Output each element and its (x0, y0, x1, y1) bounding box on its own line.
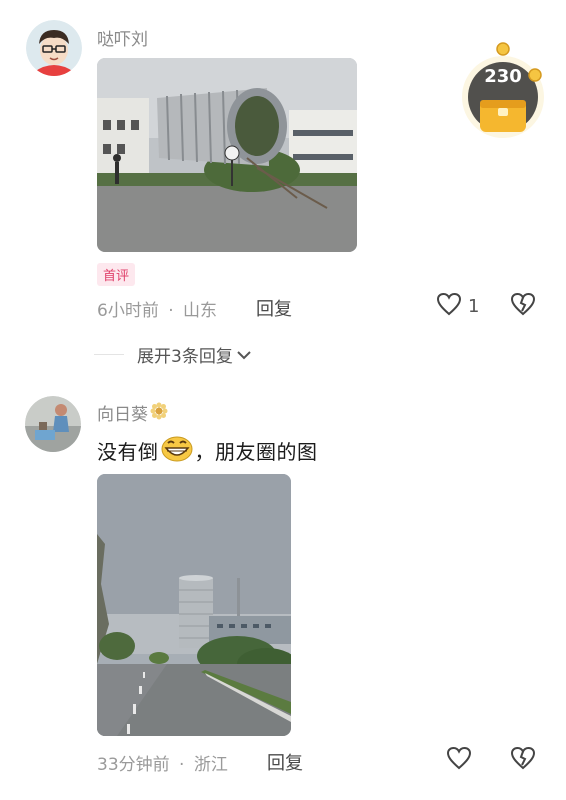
comment-meta: 6小时前 · 山东 (97, 296, 217, 321)
separator: · (179, 755, 185, 775)
like-count: 1 (468, 295, 480, 317)
broken-heart-icon (510, 292, 536, 320)
comment-text: 没有倒 ，朋友圈的图 (97, 434, 318, 467)
reply-button[interactable]: 回复 (256, 295, 292, 321)
username[interactable]: 向日葵 (97, 400, 148, 425)
broken-heart-icon (510, 746, 536, 774)
like-button[interactable]: 1 (436, 292, 479, 320)
comment-time: 33分钟前 (97, 755, 170, 775)
comment-location: 浙江 (193, 755, 228, 775)
comment-image[interactable] (97, 58, 357, 252)
reply-button[interactable]: 回复 (267, 749, 303, 775)
grin-emoji-icon (161, 434, 193, 467)
heart-outline-icon (446, 746, 472, 774)
comment-image[interactable] (97, 474, 291, 736)
expand-replies-label: 展开3条回复 (137, 347, 233, 367)
username[interactable]: 哒吓刘 (97, 25, 148, 50)
comment-location: 山东 (183, 301, 218, 321)
dislike-button[interactable] (510, 746, 536, 774)
sunflower-icon (150, 402, 168, 424)
reward-count: 230 (484, 66, 522, 87)
divider-line (94, 354, 124, 355)
first-comment-badge: 首评 (97, 263, 136, 286)
heart-outline-icon (436, 292, 462, 320)
like-button[interactable] (446, 746, 472, 774)
avatar[interactable] (26, 20, 82, 76)
username-row: 向日葵 (97, 400, 168, 425)
separator: · (168, 301, 174, 321)
chevron-down-icon (237, 345, 251, 364)
avatar[interactable] (25, 396, 81, 452)
comment-text-end: ，朋友圈的图 (194, 440, 318, 464)
expand-replies-button[interactable]: 展开3条回复 (137, 342, 251, 367)
comment-time: 6小时前 (97, 301, 159, 321)
dislike-button[interactable] (510, 292, 536, 320)
comment-meta: 33分钟前 · 浙江 (97, 750, 228, 775)
reward-widget[interactable]: 230 (458, 42, 548, 146)
comment-text-start: 没有倒 (97, 440, 159, 464)
